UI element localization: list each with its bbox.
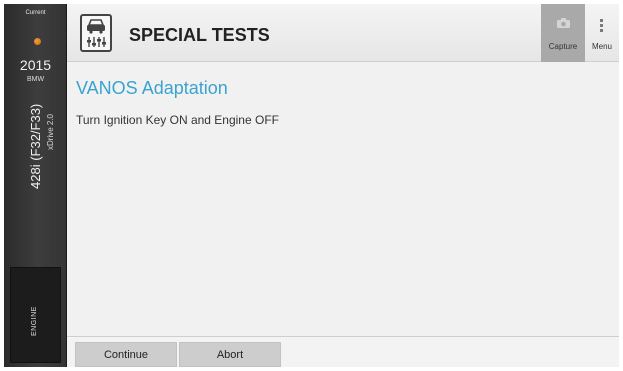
top-header: SPECIAL TESTS Capture Menu — [67, 4, 619, 62]
vehicle-status-label: Current — [25, 10, 46, 16]
kebab-menu-icon — [600, 19, 603, 32]
car-diagnostic-icon — [80, 14, 112, 52]
abort-button[interactable]: Abort — [179, 342, 281, 367]
vehicle-model: 428i (F32/F33) — [28, 103, 43, 189]
system-tab-engine[interactable]: ENGINE — [10, 267, 61, 363]
vehicle-year: 2015 — [19, 57, 52, 73]
instruction-message: Turn Ignition Key ON and Engine OFF — [76, 113, 279, 127]
continue-button[interactable]: Continue — [75, 342, 177, 367]
main-content: VANOS Adaptation Turn Ignition Key ON an… — [67, 62, 619, 336]
capture-button[interactable]: Capture — [541, 4, 585, 62]
menu-label: Menu — [591, 42, 612, 51]
camera-icon — [557, 18, 570, 28]
vehicle-engine: xDrive 2.0 — [46, 113, 55, 150]
window-edge — [619, 0, 623, 371]
vehicle-sidebar: Current 2015 BMW 428i (F32/F33) xDrive 2… — [4, 4, 67, 367]
system-tab-label: ENGINE — [31, 306, 38, 336]
vehicle-make: BMW — [26, 76, 45, 83]
capture-label: Capture — [548, 42, 578, 51]
action-footer: Continue Abort — [67, 336, 619, 367]
page-title: SPECIAL TESTS — [129, 25, 270, 45]
menu-button[interactable]: Menu — [585, 4, 619, 62]
test-heading: VANOS Adaptation — [76, 78, 228, 98]
app-window: Current 2015 BMW 428i (F32/F33) xDrive 2… — [0, 0, 623, 371]
status-dot-icon — [34, 38, 41, 45]
